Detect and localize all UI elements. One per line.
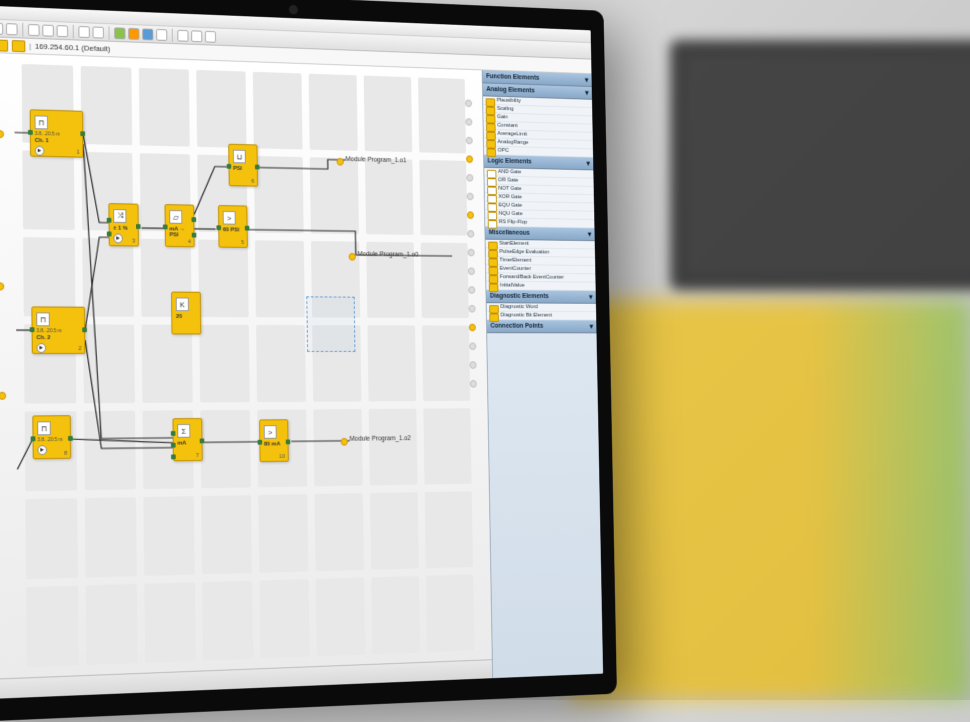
palette-header-diagnostic[interactable]: Diagnostic Elements▾ [486, 290, 596, 304]
toolbar-separator [108, 26, 109, 40]
block-label: ± 1 % [113, 226, 134, 232]
device-icon[interactable] [0, 39, 8, 51]
block-ch3[interactable]: ⊓ 3.8...20.5 m ▶ 8 [32, 415, 71, 459]
output-label-o2: Module Program_1.o2 [350, 435, 411, 442]
device-address: 169.254.60.1 (Default) [35, 42, 110, 53]
toolbar-save-icon[interactable] [6, 23, 18, 35]
block-scale[interactable]: ▱ mA → PSI 4 [165, 204, 195, 247]
webcam [289, 5, 298, 15]
chevron-down-icon: ▾ [588, 230, 592, 238]
selection-rectangle [306, 296, 355, 352]
play-icon[interactable]: ▶ [35, 146, 45, 156]
block-label: Ch. 2 [36, 335, 80, 341]
greater-than-icon: > [223, 211, 236, 225]
block-number: 1 [76, 150, 79, 156]
block-number: 6 [251, 179, 254, 185]
block-label: PSI [233, 166, 253, 172]
palette-list-analog: Plausibility Scaling Gain Constant Avera… [483, 96, 593, 157]
play-icon[interactable]: ▶ [37, 445, 47, 455]
toolbar-undo-icon[interactable] [78, 25, 89, 37]
output-connector-o0[interactable] [349, 253, 356, 261]
palette-item[interactable]: RS Flip-Flop [485, 218, 594, 228]
toolbar-download-icon[interactable] [142, 28, 153, 40]
block-label: 80 mA [264, 441, 284, 447]
block-number: 4 [188, 239, 191, 245]
block-label: 20 [176, 314, 196, 320]
palette-list-logic: AND Gate OR Gate NOT Gate XOR Gate EQU G… [484, 168, 594, 228]
device-icon[interactable] [12, 40, 26, 52]
toolbar-config-icon[interactable] [156, 28, 167, 40]
analog-in-icon: ⊓ [37, 421, 51, 435]
block-number: 2 [78, 346, 81, 352]
palette-item[interactable]: Diagnostic Bit Element [487, 312, 597, 321]
toolbar-open-icon[interactable] [0, 22, 3, 34]
chevron-down-icon: ▾ [590, 322, 594, 330]
workspace: a2.10 a2.11 a2.12 [0, 52, 603, 699]
block-label: mA [177, 441, 197, 447]
toolbar-zoom-in-icon[interactable] [177, 29, 188, 41]
palette-list-misc: StartElement PulseEdge Evaluation TimerE… [486, 240, 596, 291]
scale-icon: ▱ [169, 210, 182, 224]
block-label: 60 PSI [223, 227, 243, 233]
toolbar-help-icon[interactable] [205, 30, 216, 42]
app-screen: P | 169.254. [0, 5, 603, 699]
toolbar-redo-icon[interactable] [93, 26, 104, 38]
toolbar-stop-icon[interactable] [128, 27, 139, 39]
chevron-down-icon: ▾ [589, 293, 593, 301]
diagram-canvas[interactable]: a2.10 a2.11 a2.12 [0, 52, 492, 699]
play-icon[interactable]: ▶ [37, 343, 47, 353]
palette-list-diagnostic: Diagnostic Word Diagnostic Bit Element [487, 303, 597, 320]
toolbar-separator [172, 28, 173, 42]
block-label: Ch. 1 [35, 138, 79, 145]
analog-in-icon: ⊓ [36, 312, 50, 326]
block-gain[interactable]: K 20 [171, 292, 201, 335]
chevron-down-icon: ▾ [585, 76, 589, 84]
block-label: mA → PSI [169, 227, 190, 239]
block-ch1[interactable]: ⊓ 3.8...20.5 m Ch. 1 ▶ 1 [30, 109, 84, 157]
toolbar-paste-icon[interactable] [57, 25, 68, 37]
toolbar-cut-icon[interactable] [28, 24, 40, 36]
block-number: 8 [64, 451, 67, 457]
output-label-o1: Module Program_1.o1 [345, 156, 406, 164]
gain-icon: K [176, 297, 189, 311]
block-ch2[interactable]: ⊓ 3.8...20.5 m Ch. 2 ▶ 2 [31, 306, 85, 354]
block-sum[interactable]: Σ mA 7 [172, 418, 202, 461]
toolbar-separator [73, 24, 74, 38]
element-palette: Function Elements▾ Analog Elements▾ Plau… [482, 70, 603, 678]
block-header: 3.8...20.5 m [35, 131, 79, 138]
block-number: 7 [196, 453, 199, 459]
block-number: 5 [241, 240, 244, 246]
chart-icon: ⊔ [233, 150, 246, 164]
output-connector-o2[interactable] [341, 438, 348, 446]
chevron-down-icon: ▾ [585, 89, 589, 97]
greater-than-icon: > [264, 425, 277, 439]
chevron-down-icon: ▾ [586, 159, 590, 167]
block-psi[interactable]: ⊔ PSI 6 [228, 144, 258, 187]
toolbar-zoom-out-icon[interactable] [191, 30, 202, 42]
output-connector-o1[interactable] [337, 158, 344, 166]
sigma-icon: Σ [177, 424, 190, 438]
block-tolerance[interactable]: ⤨ ± 1 % ▶ 3 [108, 203, 138, 246]
palette-item[interactable]: InitialValue [486, 282, 595, 291]
play-icon[interactable]: ▶ [113, 234, 122, 244]
palette-header-connection[interactable]: Connection Points▾ [487, 320, 597, 333]
tolerance-icon: ⤨ [113, 209, 126, 223]
block-header: 3.8...20.5 m [37, 437, 66, 443]
analog-in-icon: ⊓ [35, 115, 48, 129]
toolbar-separator [22, 22, 23, 36]
laptop-frame: P | 169.254. [0, 0, 617, 722]
block-threshold-80ma[interactable]: > 80 mA 10 [259, 419, 289, 462]
block-number: 3 [132, 239, 135, 245]
toolbar-copy-icon[interactable] [42, 24, 54, 36]
background-hardware [570, 300, 970, 700]
output-label-o0: Module Program_1.o0 [357, 251, 418, 258]
background-monitor [670, 40, 970, 290]
block-threshold-60psi[interactable]: > 60 PSI 5 [218, 205, 248, 248]
block-header: 3.8...20.5 m [36, 328, 80, 334]
block-number: 10 [279, 454, 285, 460]
toolbar-run-icon[interactable] [114, 27, 125, 39]
